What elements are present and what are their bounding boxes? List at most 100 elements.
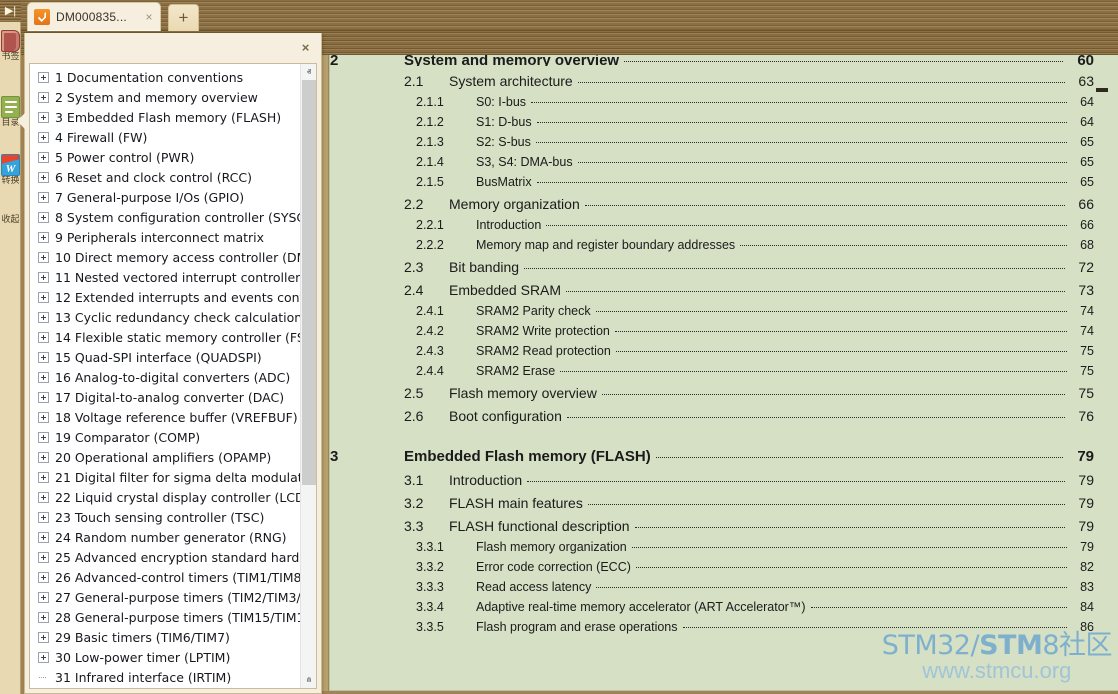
toc-line[interactable]: 2.4.2 SRAM2 Write protection 74 bbox=[330, 324, 1094, 338]
toc-line[interactable]: 3.3.2 Error code correction (ECC) 82 bbox=[330, 560, 1094, 574]
bookmark-item[interactable]: 14 Flexible static memory controller (FS… bbox=[34, 327, 300, 347]
bookmark-item[interactable]: 17 Digital-to-analog converter (DAC) bbox=[34, 387, 300, 407]
expand-plus-icon[interactable] bbox=[38, 471, 49, 483]
expand-plus-icon[interactable] bbox=[38, 611, 49, 623]
bookmark-item[interactable]: 7 General-purpose I/Os (GPIO) bbox=[34, 187, 300, 207]
toc-line[interactable]: 2.1.2 S1: D-bus 64 bbox=[330, 115, 1094, 129]
expand-plus-icon[interactable] bbox=[38, 191, 49, 203]
bookmark-item[interactable]: 24 Random number generator (RNG) bbox=[34, 527, 300, 547]
bookmark-item[interactable]: 8 System configuration controller (SYSCF… bbox=[34, 207, 300, 227]
expand-plus-icon[interactable] bbox=[38, 531, 49, 543]
bookmark-item[interactable]: 13 Cyclic redundancy check calculation u… bbox=[34, 307, 300, 327]
toc-line[interactable]: 2.2 Memory organization 66 bbox=[330, 196, 1094, 212]
toc-line[interactable]: 2.1.3 S2: S-bus 65 bbox=[330, 135, 1094, 149]
expand-plus-icon[interactable] bbox=[38, 571, 49, 583]
bookmark-item[interactable]: 32 Independent watchdog (IWDG) bbox=[34, 687, 300, 688]
bookmark-item[interactable]: 2 System and memory overview bbox=[34, 87, 300, 107]
bookmark-item[interactable]: 12 Extended interrupts and events contro… bbox=[34, 287, 300, 307]
expand-plus-icon[interactable] bbox=[38, 231, 49, 243]
expand-plus-icon[interactable] bbox=[38, 551, 49, 563]
toc-line[interactable]: 3 Embedded Flash memory (FLASH) 79 bbox=[330, 448, 1094, 465]
expand-plus-icon[interactable] bbox=[38, 211, 49, 223]
toc-line[interactable]: 2.1.5 BusMatrix 65 bbox=[330, 175, 1094, 189]
expand-plus-icon[interactable] bbox=[38, 451, 49, 463]
expand-plus-icon[interactable] bbox=[38, 511, 49, 523]
bookmark-item[interactable]: 27 General-purpose timers (TIM2/TIM3/TIM… bbox=[34, 587, 300, 607]
bookmark-item[interactable]: 28 General-purpose timers (TIM15/TIM16/T… bbox=[34, 607, 300, 627]
expand-plus-icon[interactable] bbox=[38, 151, 49, 163]
expand-plus-icon[interactable] bbox=[38, 411, 49, 423]
expand-plus-icon[interactable] bbox=[38, 271, 49, 283]
toc-line[interactable]: 3.2 FLASH main features 79 bbox=[330, 495, 1094, 511]
new-tab-button[interactable]: + bbox=[168, 4, 199, 31]
toc-line[interactable]: 2.1.4 S3, S4: DMA-bus 65 bbox=[330, 155, 1094, 169]
toc-line[interactable]: 2.2.1 Introduction 66 bbox=[330, 218, 1094, 232]
rail-item-bookmark[interactable]: 书签 bbox=[0, 30, 21, 63]
toc-line[interactable]: 2.6 Boot configuration 76 bbox=[330, 408, 1094, 424]
expand-plus-icon[interactable] bbox=[38, 591, 49, 603]
expand-plus-icon[interactable] bbox=[38, 71, 49, 83]
scroll-down-arrow-icon[interactable]: ⱞ bbox=[301, 672, 316, 688]
expand-plus-icon[interactable] bbox=[38, 291, 49, 303]
toc-line[interactable]: 2.4.1 SRAM2 Parity check 74 bbox=[330, 304, 1094, 318]
expand-plus-icon[interactable] bbox=[38, 431, 49, 443]
expand-plus-icon[interactable] bbox=[38, 91, 49, 103]
toc-line[interactable]: 3.3.5 Flash program and erase operations 8… bbox=[330, 620, 1094, 634]
document-tab[interactable]: DM000835... × bbox=[27, 2, 161, 31]
toc-line[interactable]: 2.5 Flash memory overview 75 bbox=[330, 385, 1094, 401]
rail-item-convert[interactable]: W 转换 bbox=[0, 154, 21, 187]
expand-plus-icon[interactable] bbox=[38, 131, 49, 143]
rail-item-toc[interactable]: 目录 bbox=[0, 96, 21, 129]
close-icon[interactable]: × bbox=[142, 10, 156, 24]
expand-panel-button[interactable]: ▶| bbox=[0, 0, 21, 22]
toc-line[interactable]: 2.1.1 S0: I-bus 64 bbox=[330, 95, 1094, 109]
toc-line[interactable]: 2.1 System architecture 63 bbox=[330, 73, 1094, 89]
toc-line[interactable]: 3.3.3 Read access latency 83 bbox=[330, 580, 1094, 594]
bookmark-item[interactable]: 3 Embedded Flash memory (FLASH) bbox=[34, 107, 300, 127]
collapse-button[interactable]: 收起 bbox=[0, 212, 21, 225]
bookmark-item[interactable]: 20 Operational amplifiers (OPAMP) bbox=[34, 447, 300, 467]
toc-line[interactable]: 2.3 Bit banding 72 bbox=[330, 259, 1094, 275]
bookmark-item[interactable]: 11 Nested vectored interrupt controller … bbox=[34, 267, 300, 287]
bookmark-item[interactable]: 22 Liquid crystal display controller (LC… bbox=[34, 487, 300, 507]
toc-line[interactable]: 3.3.1 Flash memory organization 79 bbox=[330, 540, 1094, 554]
close-icon[interactable]: × bbox=[298, 40, 313, 55]
toc-line[interactable]: 3.1 Introduction 79 bbox=[330, 472, 1094, 488]
bookmark-item[interactable]: 10 Direct memory access controller (DMA) bbox=[34, 247, 300, 267]
bookmark-item[interactable]: 6 Reset and clock control (RCC) bbox=[34, 167, 300, 187]
bookmark-item[interactable]: 15 Quad-SPI interface (QUADSPI) bbox=[34, 347, 300, 367]
toc-line[interactable]: 2.4 Embedded SRAM 73 bbox=[330, 282, 1094, 298]
expand-plus-icon[interactable] bbox=[38, 251, 49, 263]
expand-plus-icon[interactable] bbox=[38, 171, 49, 183]
expand-plus-icon[interactable] bbox=[38, 651, 49, 663]
expand-plus-icon[interactable] bbox=[38, 331, 49, 343]
bookmark-item[interactable]: 25 Advanced encryption standard hardware… bbox=[34, 547, 300, 567]
bookmark-item[interactable]: 21 Digital filter for sigma delta modula… bbox=[34, 467, 300, 487]
bookmark-scrollbar[interactable]: ⱏ ⱞ bbox=[300, 64, 316, 688]
bookmark-item[interactable]: 4 Firewall (FW) bbox=[34, 127, 300, 147]
bookmark-item[interactable]: 29 Basic timers (TIM6/TIM7) bbox=[34, 627, 300, 647]
expand-plus-icon[interactable] bbox=[38, 371, 49, 383]
bookmark-item[interactable]: 16 Analog-to-digital converters (ADC) bbox=[34, 367, 300, 387]
scrollbar-thumb[interactable] bbox=[302, 80, 316, 485]
bookmark-item[interactable]: 1 Documentation conventions bbox=[34, 67, 300, 87]
expand-plus-icon[interactable] bbox=[38, 111, 49, 123]
bookmark-item[interactable]: 23 Touch sensing controller (TSC) bbox=[34, 507, 300, 527]
expand-plus-icon[interactable] bbox=[38, 311, 49, 323]
bookmark-item[interactable]: 5 Power control (PWR) bbox=[34, 147, 300, 167]
bookmark-item[interactable]: 9 Peripherals interconnect matrix bbox=[34, 227, 300, 247]
toc-line[interactable]: 2.2.2 Memory map and register boundary ad… bbox=[330, 238, 1094, 252]
expand-plus-icon[interactable] bbox=[38, 391, 49, 403]
toc-line[interactable]: 2.4.3 SRAM2 Read protection 75 bbox=[330, 344, 1094, 358]
toc-line[interactable]: 2.4.4 SRAM2 Erase 75 bbox=[330, 364, 1094, 378]
expand-plus-icon[interactable] bbox=[38, 631, 49, 643]
bookmark-item[interactable]: 30 Low-power timer (LPTIM) bbox=[34, 647, 300, 667]
bookmark-tree[interactable]: 1 Documentation conventions 2 System and … bbox=[30, 64, 300, 688]
scroll-up-arrow-icon[interactable]: ⱏ bbox=[301, 64, 316, 80]
toc-line[interactable]: 3.3.4 Adaptive real-time memory accelerat… bbox=[330, 600, 1094, 614]
toc-line[interactable]: 3.3 FLASH functional description 79 bbox=[330, 518, 1094, 534]
bookmark-item[interactable]: 31 Infrared interface (IRTIM) bbox=[34, 667, 300, 687]
expand-plus-icon[interactable] bbox=[38, 491, 49, 503]
bookmark-item[interactable]: 26 Advanced-control timers (TIM1/TIM8) bbox=[34, 567, 300, 587]
bookmark-item[interactable]: 18 Voltage reference buffer (VREFBUF) bbox=[34, 407, 300, 427]
